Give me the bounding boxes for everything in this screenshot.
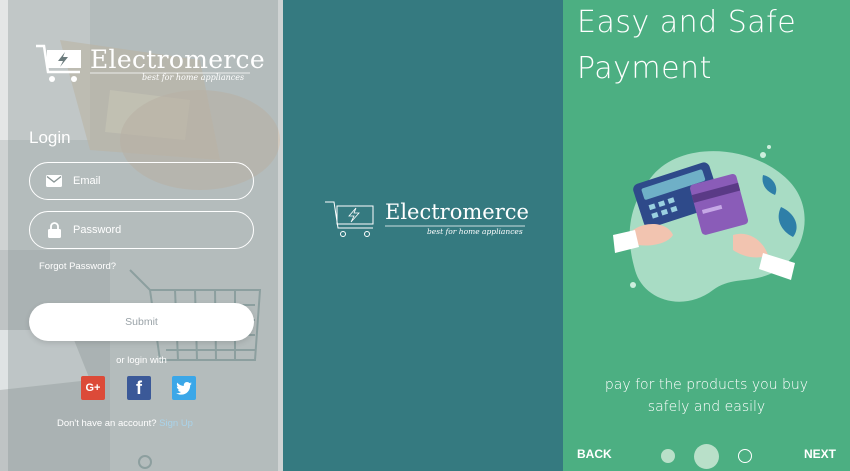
brand-tagline: best for home appliances — [142, 73, 245, 82]
email-input[interactable] — [73, 175, 233, 187]
twitter-bird-icon — [176, 381, 192, 395]
cart-bolt-outline-icon — [325, 201, 374, 237]
page-indicator-dot[interactable] — [738, 449, 752, 463]
page-indicator-dot-active[interactable] — [694, 444, 719, 469]
onboarding-caption: pay for the products you buy safely and … — [563, 374, 850, 418]
login-title: Login — [29, 128, 71, 147]
google-plus-button[interactable]: G+ — [81, 376, 105, 400]
splash-brand-tagline: best for home appliances — [427, 227, 523, 236]
login-screen: Electromerce best for home appliances Lo… — [0, 0, 283, 471]
payment-illustration — [613, 145, 805, 302]
signup-row: Don't have an account? Sign Up — [57, 418, 193, 429]
envelope-icon — [46, 173, 62, 189]
splash-screen: Electromerce best for home appliances — [283, 0, 563, 471]
facebook-button[interactable]: f — [127, 376, 151, 400]
lock-icon — [46, 222, 62, 238]
brand-logo: Electromerce best for home appliances — [34, 42, 265, 88]
or-login-with-label: or login with — [116, 355, 167, 366]
no-account-text: Don't have an account? — [57, 418, 157, 429]
onboarding-title: Easy and Safe Payment — [577, 5, 797, 86]
onboarding-screen: Easy and Safe Payment pay for the produc… — [563, 0, 850, 471]
twitter-button[interactable] — [172, 376, 196, 400]
google-plus-icon: G+ — [85, 382, 101, 394]
caption-line-1: pay for the products you buy — [604, 377, 809, 393]
splash-brand-name: Electromerce — [385, 200, 529, 224]
splash-brand-logo: Electromerce best for home appliances — [323, 197, 533, 243]
next-button[interactable]: NEXT — [804, 447, 836, 461]
signup-link[interactable]: Sign Up — [159, 418, 193, 429]
back-button[interactable]: BACK — [577, 447, 612, 461]
page-indicator-dot[interactable] — [661, 449, 675, 463]
caption-line-2: safely and easily — [647, 399, 766, 415]
submit-button[interactable]: Submit — [29, 303, 254, 341]
cart-bolt-icon — [36, 44, 81, 82]
password-field[interactable] — [29, 211, 254, 249]
facebook-icon: f — [136, 377, 142, 398]
email-field[interactable] — [29, 162, 254, 200]
brand-name: Electromerce — [90, 45, 265, 74]
password-input[interactable] — [73, 224, 233, 236]
forgot-password-link[interactable]: Forgot Password? — [39, 261, 116, 272]
